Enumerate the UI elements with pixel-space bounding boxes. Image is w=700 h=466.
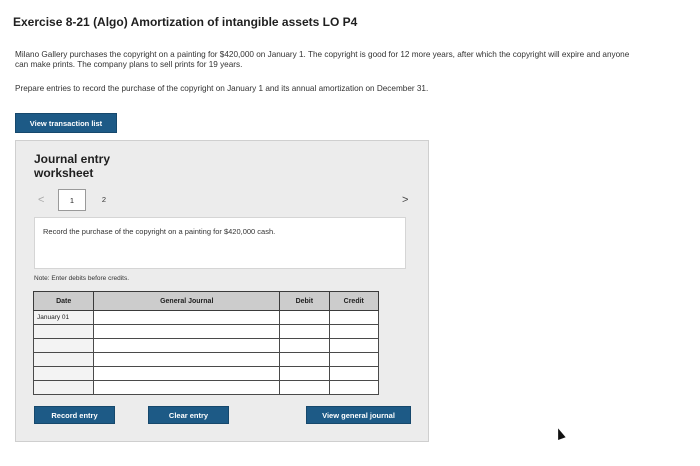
debit-cell[interactable] bbox=[279, 324, 330, 339]
chevron-left-icon[interactable]: < bbox=[38, 194, 44, 206]
date-cell[interactable]: January 01 bbox=[32, 310, 95, 325]
table-row bbox=[32, 380, 380, 395]
table-row bbox=[32, 352, 380, 367]
column-header-debit: Debit bbox=[279, 291, 330, 311]
entry-instruction-text: Record the purchase of the copyright on … bbox=[43, 227, 276, 236]
table-row bbox=[32, 366, 380, 381]
account-cell[interactable] bbox=[93, 310, 281, 325]
column-header-credit: Credit bbox=[328, 291, 380, 311]
debit-cell[interactable] bbox=[279, 380, 330, 395]
chevron-right-icon[interactable]: > bbox=[402, 194, 408, 206]
debit-cell[interactable] bbox=[279, 310, 330, 325]
table-row bbox=[32, 338, 380, 353]
account-cell[interactable] bbox=[93, 338, 281, 353]
table-row: January 01 bbox=[32, 310, 380, 325]
date-cell[interactable] bbox=[32, 338, 95, 353]
date-cell[interactable] bbox=[32, 324, 95, 339]
account-cell[interactable] bbox=[93, 324, 281, 339]
journal-entry-worksheet: Journal entry worksheet < 1 2 > Record t… bbox=[15, 140, 429, 442]
worksheet-title: Journal entry worksheet bbox=[34, 152, 111, 180]
view-general-journal-button[interactable]: View general journal bbox=[306, 406, 411, 424]
account-cell[interactable] bbox=[93, 366, 281, 381]
exercise-title: Exercise 8-21 (Algo) Amortization of int… bbox=[13, 15, 358, 29]
tab-entry-1[interactable]: 1 bbox=[58, 189, 86, 211]
view-transaction-list-button[interactable]: View transaction list bbox=[15, 113, 117, 133]
debit-cell[interactable] bbox=[279, 352, 330, 367]
date-cell[interactable] bbox=[32, 352, 95, 367]
tab-entry-2[interactable]: 2 bbox=[90, 189, 118, 211]
credit-cell[interactable] bbox=[328, 338, 380, 353]
date-cell[interactable] bbox=[32, 366, 95, 381]
table-row bbox=[32, 324, 380, 339]
journal-table: Date General Journal Debit Credit Januar… bbox=[32, 291, 380, 395]
problem-instructions: Prepare entries to record the purchase o… bbox=[15, 84, 429, 93]
credit-cell[interactable] bbox=[328, 380, 380, 395]
credit-cell[interactable] bbox=[328, 352, 380, 367]
entry-instruction: Record the purchase of the copyright on … bbox=[34, 217, 406, 269]
clear-entry-button[interactable]: Clear entry bbox=[148, 406, 229, 424]
column-header-date: Date bbox=[32, 291, 95, 311]
date-cell[interactable] bbox=[32, 380, 95, 395]
debit-cell[interactable] bbox=[279, 366, 330, 381]
credit-cell[interactable] bbox=[328, 310, 380, 325]
mouse-pointer-icon bbox=[554, 426, 566, 441]
problem-description: Milano Gallery purchases the copyright o… bbox=[15, 50, 630, 69]
credit-cell[interactable] bbox=[328, 324, 380, 339]
debit-cell[interactable] bbox=[279, 338, 330, 353]
entry-note: Note: Enter debits before credits. bbox=[34, 275, 130, 282]
credit-cell[interactable] bbox=[328, 366, 380, 381]
account-cell[interactable] bbox=[93, 352, 281, 367]
account-cell[interactable] bbox=[93, 380, 281, 395]
column-header-general-journal: General Journal bbox=[93, 291, 281, 311]
record-entry-button[interactable]: Record entry bbox=[34, 406, 115, 424]
